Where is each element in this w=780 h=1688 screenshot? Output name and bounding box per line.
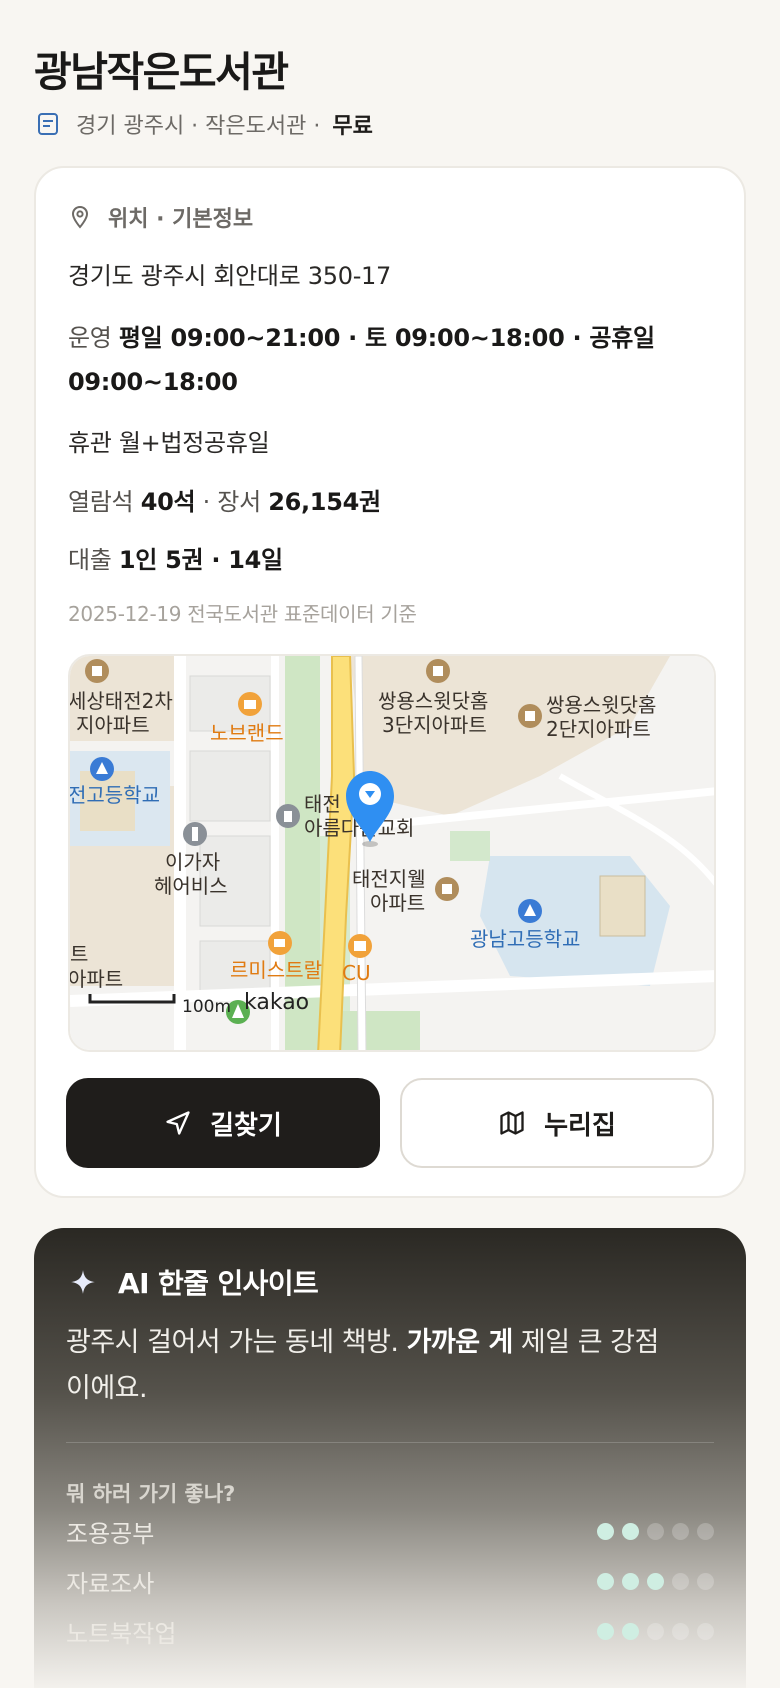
navigation-arrow-icon	[166, 1111, 190, 1135]
loan-value: 1인 5권 · 14일	[118, 546, 283, 574]
hours-value: 평일 09:00~21:00 · 토 09:00~18:00 · 공휴일 09:…	[68, 324, 655, 396]
shopping-icon	[238, 692, 262, 716]
score-dot	[597, 1523, 614, 1540]
score-dot	[672, 1573, 689, 1590]
seats-value: 40석	[140, 488, 196, 516]
loan-label: 대출	[68, 546, 112, 574]
map-label-school: 광남고등학교	[470, 927, 580, 951]
activity-score	[597, 1573, 714, 1590]
activity-score	[597, 1523, 714, 1540]
hours-label: 운영	[68, 324, 112, 352]
address: 경기도 광주시 회안대로 350-17	[68, 262, 391, 290]
map-label-ssangyong3: 3단지아파트	[382, 713, 487, 737]
library-meta: 경기 광주시 · 작은도서관 · 무료	[36, 108, 373, 140]
school-icon	[90, 757, 114, 781]
map-label-noblend: 노브랜드	[210, 721, 284, 745]
apartment-icon	[426, 659, 450, 683]
loan-policy: 대출 1인 5권 · 14일	[68, 540, 283, 575]
location-pin-icon	[71, 205, 89, 229]
ai-insight-card: AI 한줄 인사이트 광주시 걸어서 가는 동네 책방. 가까운 게 제일 큰 …	[34, 1228, 746, 1688]
fee-badge: 무료	[332, 114, 373, 139]
map-label-cu: CU	[342, 961, 371, 985]
location-map[interactable]: 세상태전2차 지아파트 쌍용스윗닷홈 3단지아파트 쌍용스윗닷홈 2단지아파트 …	[68, 654, 716, 1052]
map-label-taejeon-apt: 태전지웰	[352, 867, 426, 891]
books-value: 26,154권	[268, 488, 381, 516]
activity-score	[597, 1623, 714, 1640]
map-label-church: 태전	[304, 792, 341, 816]
books-label: · 장서	[202, 488, 262, 516]
score-dot	[672, 1623, 689, 1640]
map-label-apartment: 아파트	[70, 967, 123, 991]
section-header: 위치 · 기본정보	[68, 201, 253, 233]
map-label-taejeon-apt: 아파트	[370, 891, 425, 915]
map-label-apartment: 지아파트	[76, 713, 150, 737]
kakao-logo: kakao	[244, 990, 309, 1015]
map-label-hair: 이가자	[165, 850, 220, 874]
homepage-label: 누리집	[544, 1110, 616, 1141]
score-dot	[622, 1573, 639, 1590]
map-label-ssangyong3: 쌍용스윗닷홈	[378, 689, 488, 713]
library-detail-page: 광남작은도서관 경기 광주시 · 작은도서관 · 무료 위치 · 기본정보 경기…	[0, 0, 780, 1688]
map-canvas[interactable]: 세상태전2차 지아파트 쌍용스윗닷홈 3단지아파트 쌍용스윗닷홈 2단지아파트 …	[70, 656, 716, 1052]
data-source: 2025-12-19 전국도서관 표준데이터 기준	[68, 602, 417, 626]
score-dot	[697, 1523, 714, 1540]
map-scale-label: 100m	[182, 997, 231, 1017]
capacity-info: 열람석 40석 · 장서 26,154권	[68, 482, 381, 517]
score-dot	[622, 1623, 639, 1640]
ai-text-highlight: 가까운 게	[406, 1327, 514, 1358]
opening-hours: 운영 평일 09:00~21:00 · 토 09:00~18:00 · 공휴일 …	[68, 316, 698, 404]
map-label-school: 전고등학교	[70, 783, 160, 807]
activity-name: 조용공부	[66, 1520, 155, 1548]
ai-text-part: 광주시 걸어서 가는 동네 책방.	[66, 1327, 407, 1358]
document-icon	[38, 113, 58, 135]
apartment-icon	[435, 877, 459, 901]
directions-button[interactable]: 길찾기	[66, 1078, 380, 1168]
convenience-store-icon	[348, 934, 372, 958]
meta-text: 경기 광주시 · 작은도서관 ·	[76, 114, 321, 139]
apartment-icon	[85, 659, 109, 683]
map-label-cafe: 르미스트랄	[230, 958, 322, 982]
church-icon	[276, 804, 300, 828]
sparkle-icon	[71, 1270, 95, 1294]
closed-days: 휴관 월+법정공휴일	[68, 429, 270, 457]
map-label-apartment: 세상태전2차	[70, 689, 173, 713]
activity-name: 자료조사	[66, 1570, 155, 1598]
homepage-button[interactable]: 누리집	[400, 1078, 714, 1168]
ai-insight-text: 광주시 걸어서 가는 동네 책방. 가까운 게 제일 큰 강점이에요.	[66, 1320, 666, 1412]
apartment-icon	[518, 704, 542, 728]
page-title: 광남작은도서관	[34, 48, 289, 96]
map-label-apartment: 트	[70, 942, 88, 966]
score-dot	[697, 1623, 714, 1640]
activity-row: 조용공부	[66, 1514, 714, 1549]
school-icon	[518, 899, 542, 923]
section-title: 위치 · 기본정보	[108, 207, 254, 232]
score-dot	[647, 1523, 664, 1540]
beauty-icon	[183, 822, 207, 846]
info-card: 위치 · 기본정보 경기도 광주시 회안대로 350-17 운영 평일 09:0…	[34, 166, 746, 1198]
activity-name: 노트북작업	[66, 1620, 177, 1648]
seats-label: 열람석	[68, 488, 134, 516]
ai-insight-title: AI 한줄 인사이트	[118, 1267, 319, 1300]
directions-label: 길찾기	[210, 1110, 282, 1141]
activity-row: 노트북작업	[66, 1614, 714, 1649]
map-label-hair: 헤어비스	[154, 874, 228, 898]
score-dot	[597, 1573, 614, 1590]
score-dot	[622, 1523, 639, 1540]
activity-question: 뭐 하러 가기 좋나?	[66, 1482, 236, 1506]
ai-insight-header: AI 한줄 인사이트	[70, 1262, 319, 1302]
score-dot	[647, 1573, 664, 1590]
score-dot	[597, 1623, 614, 1640]
map-icon	[500, 1111, 524, 1135]
score-dot	[647, 1623, 664, 1640]
activity-row: 자료조사	[66, 1564, 714, 1599]
cafe-icon	[268, 931, 292, 955]
divider	[66, 1442, 714, 1443]
score-dot	[697, 1573, 714, 1590]
map-label-ssangyong2: 2단지아파트	[546, 717, 651, 741]
map-label-ssangyong2: 쌍용스윗닷홈	[546, 693, 656, 717]
score-dot	[672, 1523, 689, 1540]
